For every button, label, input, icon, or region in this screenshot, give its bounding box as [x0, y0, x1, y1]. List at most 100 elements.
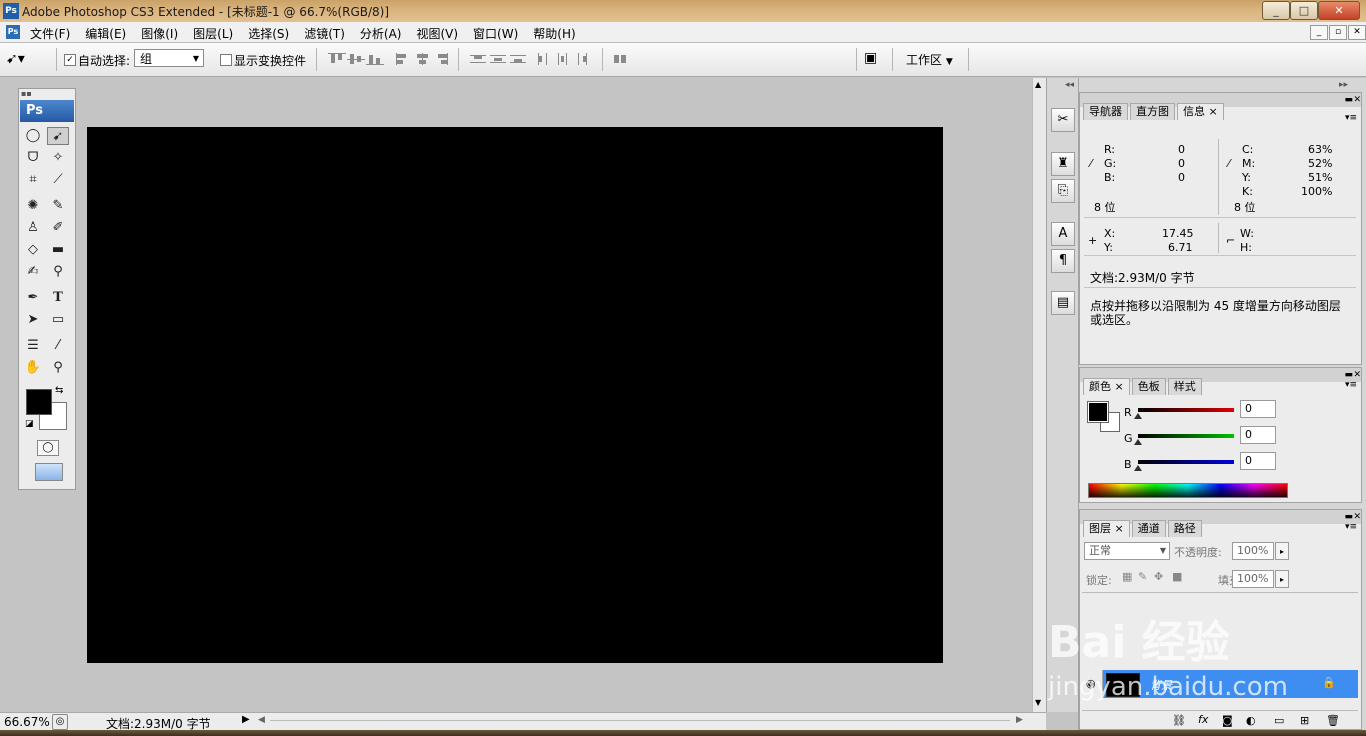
move-tool-icon[interactable]: ➹: [47, 127, 69, 145]
align-top-icon[interactable]: [328, 53, 346, 65]
workspace-button[interactable]: 工作区 ▼: [906, 51, 953, 68]
paragraph-icon[interactable]: ¶: [1051, 249, 1075, 273]
adjustment-layer-icon[interactable]: ◐: [1246, 714, 1256, 727]
swap-colors-icon[interactable]: ⇆: [55, 385, 63, 396]
lock-position-icon[interactable]: ✥: [1154, 570, 1163, 583]
menu-window[interactable]: 窗口(W): [473, 25, 518, 42]
distribute-left-icon[interactable]: [536, 53, 554, 65]
tab-paths[interactable]: 路径: [1167, 520, 1202, 537]
default-colors-icon[interactable]: ◪: [25, 419, 34, 429]
opacity-input[interactable]: 100%: [1232, 542, 1274, 560]
scroll-left-icon[interactable]: ◀: [258, 715, 265, 725]
align-vcenter-icon[interactable]: [347, 53, 365, 65]
align-hcenter-icon[interactable]: [415, 53, 433, 65]
blur-tool-icon[interactable]: ✍: [22, 263, 44, 281]
brush-tool-icon[interactable]: ✎: [47, 197, 69, 215]
auto-align-layers-icon[interactable]: [612, 53, 630, 65]
fill-input[interactable]: 100%: [1232, 570, 1274, 588]
tab-styles[interactable]: 样式: [1167, 378, 1202, 395]
maximize-button[interactable]: □: [1290, 1, 1318, 20]
layer-comps-icon[interactable]: ▤: [1051, 291, 1075, 315]
color-fg-swatch[interactable]: [1087, 401, 1109, 423]
scroll-down-icon[interactable]: ▼: [1035, 698, 1041, 707]
hand-tool-icon[interactable]: ✋: [22, 359, 44, 377]
color-b-input[interactable]: 0: [1240, 452, 1276, 470]
close-button[interactable]: ✕: [1318, 1, 1360, 20]
lock-transparent-icon[interactable]: ▦: [1122, 570, 1132, 583]
tool-presets-icon[interactable]: ✂: [1051, 108, 1075, 132]
layer-style-icon[interactable]: fx: [1198, 713, 1208, 726]
zoom-tool-icon[interactable]: ⚲: [47, 359, 69, 377]
eyedropper-tool-icon[interactable]: ⁄: [47, 337, 69, 355]
panel-close-icon[interactable]: ✕: [1353, 95, 1361, 105]
tab-navigator[interactable]: 导航器: [1083, 103, 1128, 120]
move-tool-preset-icon[interactable]: ➹▾: [6, 51, 25, 67]
menu-help[interactable]: 帮助(H): [533, 25, 575, 42]
distribute-bottom-icon[interactable]: [510, 53, 528, 65]
healing-brush-tool-icon[interactable]: ✺: [22, 197, 44, 215]
magic-wand-tool-icon[interactable]: ✧: [47, 149, 69, 167]
eyedropper-icon[interactable]: ⁄: [1228, 157, 1230, 170]
foreground-color-swatch[interactable]: [26, 389, 52, 415]
red-slider-thumb[interactable]: [1134, 413, 1142, 419]
panel-close-icon[interactable]: ✕: [1353, 370, 1361, 380]
doc-close-button[interactable]: ✕: [1348, 25, 1366, 40]
new-layer-icon[interactable]: ⊞: [1300, 714, 1309, 727]
auto-select-checkbox[interactable]: ✓: [64, 54, 76, 66]
toolbox-grip[interactable]: ▪▪: [21, 89, 32, 98]
auto-select-dropdown[interactable]: 组 ▼: [134, 49, 204, 67]
blend-mode-dropdown[interactable]: 正常 ▼: [1084, 542, 1170, 560]
notes-tool-icon[interactable]: ☰: [22, 337, 44, 355]
ps-menu-icon[interactable]: Ps: [6, 25, 20, 39]
distribute-vcenter-icon[interactable]: [490, 53, 508, 65]
show-transform-checkbox[interactable]: [220, 54, 232, 66]
link-layers-icon[interactable]: ⛓: [1172, 714, 1186, 727]
align-right-icon[interactable]: [434, 53, 452, 65]
tab-histogram[interactable]: 直方图: [1130, 103, 1175, 120]
status-menu-arrow-icon[interactable]: ▶: [242, 714, 250, 725]
align-left-icon[interactable]: [396, 53, 414, 65]
color-ramp[interactable]: [1088, 483, 1288, 498]
vertical-scrollbar[interactable]: ▲ ▼: [1032, 78, 1047, 712]
panel-menu-icon[interactable]: ▾≡: [1345, 380, 1357, 390]
lock-all-icon[interactable]: ■: [1172, 570, 1182, 583]
color-r-input[interactable]: 0: [1240, 400, 1276, 418]
bridge-icon[interactable]: ▣: [864, 50, 877, 66]
eraser-tool-icon[interactable]: ◇: [22, 241, 44, 259]
eyedropper-icon[interactable]: ⁄: [1090, 157, 1092, 170]
pen-tool-icon[interactable]: ✒: [22, 289, 44, 307]
dodge-tool-icon[interactable]: ⚲: [47, 263, 69, 281]
distribute-right-icon[interactable]: [576, 53, 594, 65]
minimize-button[interactable]: _: [1262, 1, 1290, 20]
collapse-dock-icon[interactable]: ◂◂: [1065, 80, 1074, 90]
quick-mask-icon[interactable]: ◯: [37, 440, 59, 456]
horizontal-scrollbar[interactable]: [270, 720, 1010, 721]
menu-analysis[interactable]: 分析(A): [360, 25, 402, 42]
distribute-hcenter-icon[interactable]: [556, 53, 574, 65]
red-slider[interactable]: [1138, 408, 1234, 412]
menu-layer[interactable]: 图层(L): [193, 25, 233, 42]
zoom-level[interactable]: 66.67%: [4, 715, 50, 729]
slice-tool-icon[interactable]: ⟋: [47, 171, 69, 189]
fill-slider-arrow-icon[interactable]: ▸: [1275, 570, 1289, 588]
trash-icon[interactable]: 🗑: [1326, 714, 1340, 727]
tab-color[interactable]: 颜色 ×: [1083, 378, 1130, 395]
lasso-tool-icon[interactable]: ᗜ: [22, 149, 44, 167]
menu-view[interactable]: 视图(V): [416, 25, 458, 42]
menu-file[interactable]: 文件(F): [30, 25, 70, 42]
crop-tool-icon[interactable]: ⌗: [22, 171, 44, 189]
distribute-top-icon[interactable]: [470, 53, 488, 65]
panel-minimize-icon[interactable]: ▬: [1344, 370, 1353, 380]
green-slider-thumb[interactable]: [1134, 439, 1142, 445]
expand-dock-icon[interactable]: ▸▸: [1339, 80, 1348, 90]
green-slider[interactable]: [1138, 434, 1234, 438]
align-bottom-icon[interactable]: [366, 53, 384, 65]
type-tool-icon[interactable]: T: [47, 289, 69, 307]
clone-stamp-tool-icon[interactable]: ♙: [22, 219, 44, 237]
path-selection-tool-icon[interactable]: ➤: [22, 311, 44, 329]
opacity-slider-arrow-icon[interactable]: ▸: [1275, 542, 1289, 560]
panel-menu-icon[interactable]: ▾≡: [1345, 522, 1357, 532]
panel-close-icon[interactable]: ✕: [1353, 512, 1361, 522]
panel-menu-icon[interactable]: ▾≡: [1345, 113, 1357, 123]
status-icon[interactable]: ◎: [52, 714, 68, 730]
